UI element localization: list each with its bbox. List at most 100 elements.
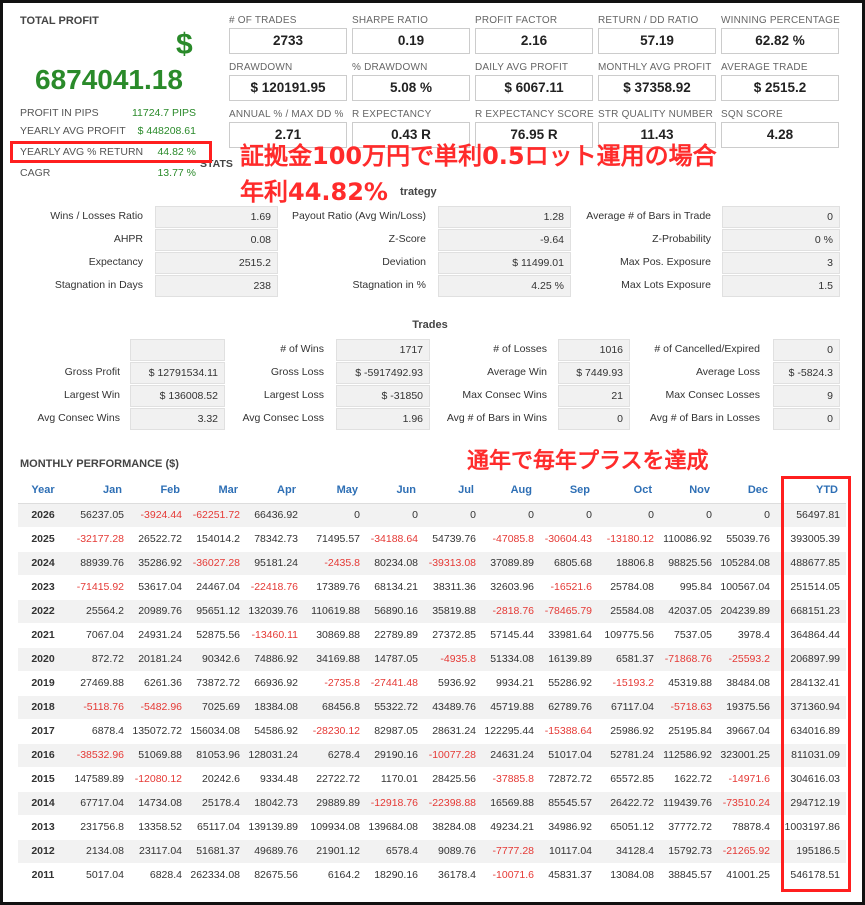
kpi-label: # OF TRADES [229,15,297,26]
month-cell: 68134.21 [366,575,424,600]
trade-stat-value: 3.32 [130,408,225,430]
month-cell: 98825.56 [660,551,718,576]
month-cell: 1622.72 [660,767,718,792]
month-cell: -4935.8 [424,647,482,672]
month-cell: 34169.88 [304,647,366,672]
trade-stat-label: # of Cancelled/Expired [654,343,760,355]
kpi-label: SQN SCORE [721,109,783,120]
kpi-label: MONTHLY AVG PROFIT [598,62,712,73]
month-cell: 38311.36 [424,575,482,600]
month-cell: 147589.89 [68,767,130,792]
stat-label: Max Lots Exposure [621,279,711,291]
month-cell: 0 [366,503,424,528]
month-cell: 15792.73 [660,839,718,864]
kpi-value: 0.19 [352,28,470,54]
month-cell: -32177.28 [68,527,130,552]
month-cell: -47085.8 [482,527,540,552]
trade-stat-label: Avg # of Bars in Wins [446,412,547,424]
kpi-value: $ 2515.2 [721,75,839,101]
highlight-box-ytd [781,476,851,892]
stat-value: -9.64 [438,229,571,251]
trade-stat-value: 21 [558,385,630,407]
month-cell: 2134.08 [68,839,130,864]
year-cell: 2023 [18,575,68,600]
month-cell: 56890.16 [366,599,424,624]
trade-stat-label: Avg # of Bars in Losses [649,412,760,424]
month-cell: 82987.05 [366,719,424,744]
kpi-label: ANNUAL % / MAX DD % [229,109,344,120]
year-cell: 2016 [18,743,68,768]
year-cell: 2026 [18,503,68,528]
month-cell: 112586.92 [660,743,718,768]
summary-value: 13.77 % [157,167,196,179]
trade-stat-label: Average Win [487,366,547,378]
month-cell: 20181.24 [130,647,188,672]
stat-label: Z-Probability [652,233,711,245]
total-profit-value: 6874041.18 [35,64,183,95]
month-cell: 74886.92 [246,647,304,672]
table-row: 2020 872.72 20181.24 90342.6 74886.92 34169.8… [18,647,846,672]
stat-value: 2515.2 [155,252,278,274]
kpi-value: 4.28 [721,122,839,148]
month-cell: 323001.25 [718,743,776,768]
month-cell: 71495.57 [304,527,366,552]
trade-stat-value: $ -5824.3 [773,362,840,384]
year-cell: 2024 [18,551,68,576]
trade-stat-label: Max Consec Losses [665,389,760,401]
month-cell: -5482.96 [130,695,188,720]
stat-label: Wins / Losses Ratio [50,210,143,222]
stat-value: 0.08 [155,229,278,251]
monthly-performance-table: Year Jan Feb Mar Apr May Jun Jul Aug Sep Oct Nov Dec… [18,478,846,888]
kpi-value: 2.16 [475,28,593,54]
month-cell: 995.84 [660,575,718,600]
month-cell: -25593.2 [718,647,776,672]
month-cell: 73872.72 [188,671,246,696]
table-row: 2019 27469.88 6261.36 73872.72 66936.92 -2735… [18,671,846,696]
month-cell: 14734.08 [130,791,188,816]
month-cell: 35286.92 [130,551,188,576]
month-cell: 65572.85 [598,767,660,792]
month-cell: 18806.8 [598,551,660,576]
month-cell: 25584.08 [598,599,660,624]
table-row: 2025 -32177.28 26522.72 154014.2 78342.73 714… [18,527,846,552]
column-header-oct: Oct [598,478,660,504]
month-cell: 55322.72 [366,695,424,720]
stat-label: Z-Score [388,233,426,245]
trade-stat-value: 1016 [558,339,630,361]
kpi-label: PROFIT FACTOR [475,15,558,26]
month-cell: 82675.56 [246,863,304,888]
year-cell: 2025 [18,527,68,552]
month-cell: 0 [598,503,660,528]
month-cell: 37089.89 [482,551,540,576]
trade-stat-label: Avg Consec Wins [37,412,120,424]
month-cell: 49234.21 [482,815,540,840]
month-cell: 6164.2 [304,863,366,888]
month-cell: 35819.88 [424,599,482,624]
trade-stat-value [130,339,225,361]
month-cell: -21265.92 [718,839,776,864]
month-cell: 19375.56 [718,695,776,720]
month-cell: 7537.05 [660,623,718,648]
month-cell: 5017.04 [68,863,130,888]
month-cell: -15193.2 [598,671,660,696]
stat-label: Payout Ratio (Avg Win/Loss) [291,210,426,222]
kpi-label: STR QUALITY NUMBER [598,109,714,120]
month-cell: -2435.8 [304,551,366,576]
column-header-apr: Apr [246,478,304,504]
month-cell: 0 [482,503,540,528]
month-cell: 25986.92 [598,719,660,744]
stat-label: Deviation [382,256,426,268]
month-cell: -30604.43 [540,527,598,552]
month-cell: 72872.72 [540,767,598,792]
stat-label: AHPR [113,233,143,245]
month-cell: 6805.68 [540,551,598,576]
kpi-value: 57.19 [598,28,716,54]
total-profit-label: TOTAL PROFIT [20,15,99,27]
table-row: 2021 7067.04 24931.24 52875.56 -13460.11 3086… [18,623,846,648]
month-cell: 80234.08 [366,551,424,576]
trade-stat-value: 9 [773,385,840,407]
kpi-value: 62.82 % [721,28,839,54]
annotation-annual-return: 年利44.82% [240,178,388,206]
trade-stat-label: # of Losses [493,343,547,355]
month-cell: 66936.92 [246,671,304,696]
